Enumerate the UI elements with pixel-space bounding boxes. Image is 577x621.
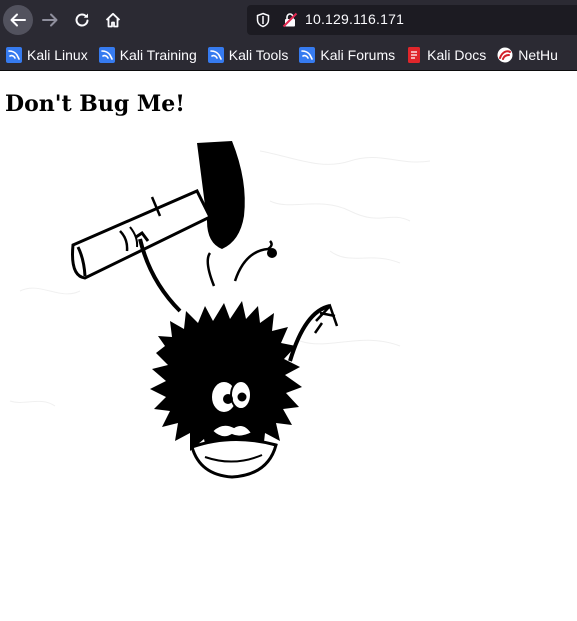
address-bar[interactable]: 10.129.116.171 bbox=[247, 5, 577, 35]
kali-dragon-icon bbox=[98, 47, 115, 63]
nethunter-icon bbox=[497, 47, 513, 63]
bookmark-label: NetHu bbox=[518, 47, 558, 63]
bookmark-label: Kali Training bbox=[119, 47, 197, 63]
kali-docs-icon bbox=[408, 47, 421, 63]
bookmark-kali-docs[interactable]: Kali Docs bbox=[400, 43, 491, 67]
bookmark-label: Kali Docs bbox=[427, 47, 487, 63]
bookmark-nethunter[interactable]: NetHu bbox=[491, 43, 563, 67]
browser-chrome: 10.129.116.171 Kali Linux Kali Training … bbox=[0, 0, 577, 71]
forward-arrow-icon bbox=[42, 13, 58, 27]
bookmark-label: Kali Tools bbox=[228, 47, 289, 63]
home-button[interactable] bbox=[99, 6, 127, 34]
url-text[interactable]: 10.129.116.171 bbox=[305, 11, 404, 27]
tracking-shield-icon[interactable] bbox=[255, 12, 271, 28]
bookmark-kali-tools[interactable]: Kali Tools bbox=[202, 43, 294, 67]
bookmark-label: Kali Linux bbox=[27, 47, 88, 63]
navigation-toolbar: 10.129.116.171 bbox=[0, 0, 577, 40]
bookmarks-toolbar: Kali Linux Kali Training Kali Tools Kali… bbox=[0, 40, 577, 71]
back-button[interactable] bbox=[3, 5, 33, 35]
page-title: Don't Bug Me! bbox=[5, 91, 185, 117]
forward-button[interactable] bbox=[36, 6, 64, 34]
cartoon-bug-image bbox=[9, 141, 431, 479]
kali-dragon-icon bbox=[6, 47, 22, 63]
reload-icon bbox=[75, 13, 89, 27]
bookmark-kali-forums[interactable]: Kali Forums bbox=[293, 43, 400, 67]
bookmark-kali-training[interactable]: Kali Training bbox=[93, 43, 202, 67]
back-arrow-icon bbox=[10, 13, 26, 27]
page-content: Don't Bug Me! bbox=[0, 71, 577, 621]
reload-button[interactable] bbox=[68, 6, 96, 34]
home-icon bbox=[105, 12, 121, 28]
bookmark-kali-linux[interactable]: Kali Linux bbox=[0, 43, 93, 67]
insecure-connection-icon[interactable] bbox=[282, 12, 298, 28]
kali-dragon-icon bbox=[207, 47, 224, 63]
bookmark-label: Kali Forums bbox=[320, 47, 396, 63]
kali-dragon-icon bbox=[299, 47, 316, 63]
